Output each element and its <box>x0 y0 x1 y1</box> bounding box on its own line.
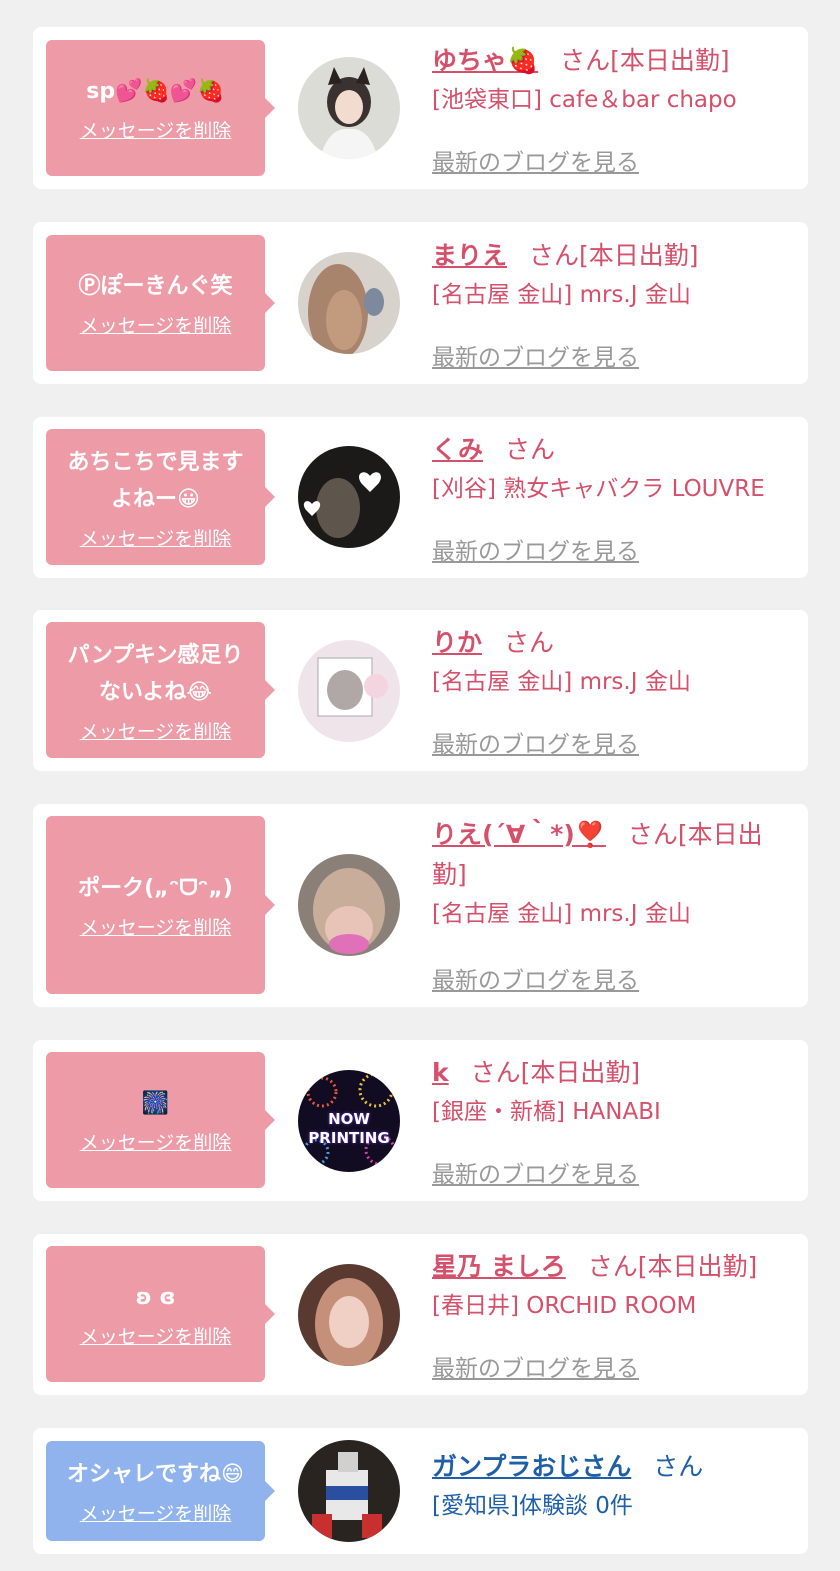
message-text-line-2: ないよね😂 <box>98 679 213 705</box>
latest-blog-link[interactable]: 最新のブログを見る <box>432 143 639 177</box>
avatar[interactable] <box>298 252 400 354</box>
shop-info: [銀座・新橋] HANABI <box>432 1099 661 1125</box>
message-card: 🎆 メッセージを削除 NOW PRINTING k さん[本日出勤] [銀座・新橋… <box>33 1040 808 1201</box>
girl-name-link[interactable]: まりえ <box>432 241 507 270</box>
shop-info: [名古屋 金山] mrs.J 金山 <box>432 901 691 927</box>
message-text: オシャレですね😄 <box>67 1462 244 1487</box>
latest-blog-link[interactable]: 最新のブログを見る <box>432 1349 639 1383</box>
message-bubble: オシャレですね😄 メッセージを削除 <box>46 1441 275 1541</box>
name-suffix-continued: 勤] <box>432 860 467 889</box>
name-suffix: さん[本日出勤] <box>560 46 730 75</box>
shop-info: [名古屋 金山] mrs.J 金山 <box>432 282 691 308</box>
name-suffix: さん <box>653 1452 704 1481</box>
name-suffix: さん[本日出勤] <box>587 1252 758 1281</box>
delete-message-link[interactable]: メッセージを削除 <box>80 524 232 551</box>
avatar[interactable] <box>298 1440 400 1542</box>
latest-blog-link[interactable]: 最新のブログを見る <box>432 725 639 759</box>
message-bubble: あちこちで見ます よねー😀 メッセージを削除 <box>46 429 275 565</box>
delete-message-link[interactable]: メッセージを削除 <box>80 1128 232 1155</box>
message-text: 🎆 <box>141 1091 170 1116</box>
avatar[interactable] <box>298 1264 400 1366</box>
avatar[interactable] <box>298 57 400 159</box>
message-card: sp💕🍓💕🍓 メッセージを削除 ゆちゃ🍓 さん[本日出勤] [池袋東口] cafe… <box>33 27 808 189</box>
message-text: ʚ ɞ <box>135 1285 176 1310</box>
avatar[interactable] <box>298 854 400 956</box>
message-card: オシャレですね😄 メッセージを削除 ガンプラおじさん さん [愛知県]体験談 0件 <box>33 1428 808 1554</box>
message-bubble: sp💕🍓💕🍓 メッセージを削除 <box>46 40 275 176</box>
review-info: [愛知県]体験談 0件 <box>432 1493 633 1519</box>
message-text: sp💕🍓💕🍓 <box>86 79 225 104</box>
girl-name-link[interactable]: りえ(´∀｀*)❣️ <box>432 820 606 849</box>
shop-info: [刈谷] 熟女キャバクラ LOUVRE <box>432 476 765 502</box>
avatar[interactable] <box>298 446 400 548</box>
message-card: あちこちで見ます よねー😀 メッセージを削除 くみ さん [刈谷] 熟女キャバクラ… <box>33 417 808 578</box>
message-card: ポーク(„ᵔᗜᵔ„) メッセージを削除 りえ(´∀｀*)❣️ さん[本日出 勤] … <box>33 804 808 1007</box>
name-suffix: さん[本日出 <box>627 820 763 849</box>
message-card: ʚ ɞ メッセージを削除 星乃 ましろ さん[本日出勤] [春日井] ORCHID… <box>33 1234 808 1395</box>
now-printing-label: NOW PRINTING <box>308 1110 390 1147</box>
message-text-line-1: パンプキン感足り <box>67 642 244 668</box>
girl-name-link[interactable]: くみ <box>432 435 483 464</box>
message-bubble: ポーク(„ᵔᗜᵔ„) メッセージを削除 <box>46 816 275 994</box>
name-suffix: さん[本日出勤] <box>470 1058 641 1087</box>
message-bubble: Ⓟぽーきんぐ笑 メッセージを削除 <box>46 235 275 371</box>
delete-message-link[interactable]: メッセージを削除 <box>80 1322 232 1349</box>
message-card: Ⓟぽーきんぐ笑 メッセージを削除 まりえ さん[本日出勤] [名古屋 金山] mr… <box>33 222 808 384</box>
message-bubble: パンプキン感足り ないよね😂 メッセージを削除 <box>46 622 275 758</box>
message-card: パンプキン感足り ないよね😂 メッセージを削除 りか さん [名古屋 金山] mr… <box>33 610 808 771</box>
delete-message-link[interactable]: メッセージを削除 <box>80 311 232 338</box>
message-list: sp💕🍓💕🍓 メッセージを削除 ゆちゃ🍓 さん[本日出勤] [池袋東口] cafe… <box>0 0 840 1571</box>
girl-name-link[interactable]: ゆちゃ🍓 <box>432 46 538 75</box>
girl-name-link[interactable]: りか <box>432 628 482 657</box>
girl-name-link[interactable]: 星乃 ましろ <box>432 1252 566 1281</box>
avatar[interactable] <box>298 640 400 742</box>
latest-blog-link[interactable]: 最新のブログを見る <box>432 532 639 566</box>
latest-blog-link[interactable]: 最新のブログを見る <box>432 338 639 372</box>
name-suffix: さん[本日出勤] <box>529 241 699 270</box>
shop-info: [春日井] ORCHID ROOM <box>432 1293 697 1319</box>
message-bubble: ʚ ɞ メッセージを削除 <box>46 1246 275 1382</box>
message-text-line-1: あちこちで見ます <box>67 449 244 475</box>
delete-message-link[interactable]: メッセージを削除 <box>80 116 232 143</box>
message-text: Ⓟぽーきんぐ笑 <box>78 274 233 299</box>
delete-message-link[interactable]: メッセージを削除 <box>80 913 232 940</box>
latest-blog-link[interactable]: 最新のブログを見る <box>432 961 639 995</box>
user-name-link[interactable]: ガンプラおじさん <box>432 1452 631 1481</box>
shop-info: [池袋東口] cafe＆bar chapo <box>432 87 737 113</box>
shop-info: [名古屋 金山] mrs.J 金山 <box>432 669 691 695</box>
name-suffix: さん <box>505 435 556 464</box>
latest-blog-link[interactable]: 最新のブログを見る <box>432 1155 639 1189</box>
delete-message-link[interactable]: メッセージを削除 <box>80 1499 232 1526</box>
message-text-line-2: よねー😀 <box>111 486 200 512</box>
name-suffix: さん <box>504 628 555 657</box>
avatar[interactable]: NOW PRINTING <box>298 1070 400 1172</box>
delete-message-link[interactable]: メッセージを削除 <box>80 717 232 744</box>
message-text: ポーク(„ᵔᗜᵔ„) <box>78 876 233 901</box>
message-bubble: 🎆 メッセージを削除 <box>46 1052 275 1188</box>
girl-name-link[interactable]: k <box>432 1058 449 1087</box>
